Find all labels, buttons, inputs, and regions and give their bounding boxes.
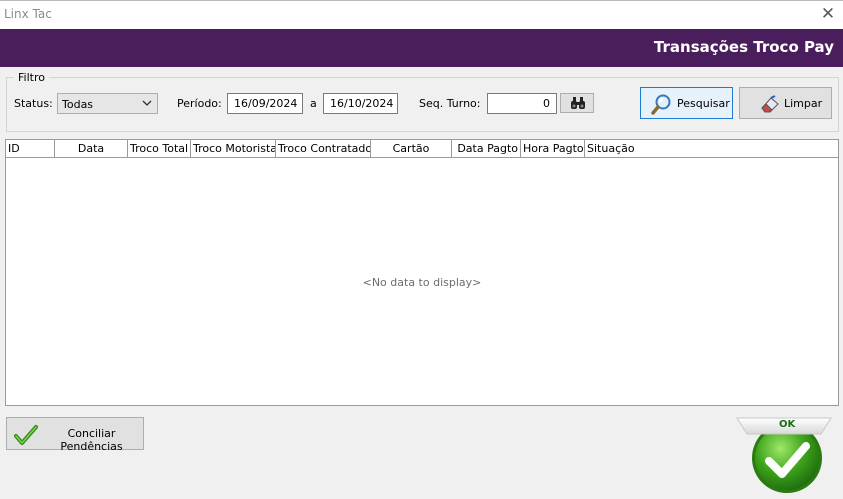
checkmark-icon bbox=[14, 424, 38, 449]
eraser-icon bbox=[759, 94, 781, 117]
clear-button[interactable]: Limpar bbox=[739, 87, 832, 119]
date-to-field[interactable]: 16/10/2024 bbox=[323, 93, 398, 114]
column-header-troco-total[interactable]: Troco Total bbox=[128, 140, 191, 158]
search-button[interactable]: Pesquisar bbox=[640, 87, 733, 119]
date-separator: a bbox=[310, 97, 317, 110]
column-header-troco-contratado[interactable]: Troco Contratado bbox=[276, 140, 371, 158]
header-banner: Transações Troco Pay bbox=[0, 29, 843, 67]
column-header-troco-motorista[interactable]: Troco Motorista bbox=[191, 140, 276, 158]
magnifier-icon bbox=[651, 93, 673, 118]
search-button-label: Pesquisar bbox=[677, 97, 730, 110]
grid-empty-text: <No data to display> bbox=[362, 276, 482, 289]
column-header-id[interactable]: ID bbox=[6, 140, 55, 158]
status-label: Status: bbox=[14, 97, 53, 110]
ok-button[interactable]: OK bbox=[735, 416, 840, 496]
filter-legend: Filtro bbox=[14, 71, 49, 84]
transactions-grid[interactable]: ID Data Troco Total Troco Motorista Troc… bbox=[5, 139, 839, 406]
status-select[interactable]: Todas bbox=[57, 93, 158, 114]
column-header-data-pagto[interactable]: Data Pagto bbox=[452, 140, 521, 158]
chevron-down-icon bbox=[141, 96, 153, 113]
seq-turno-label: Seq. Turno: bbox=[419, 97, 481, 110]
date-from-field[interactable]: 16/09/2024 bbox=[227, 93, 303, 114]
grid-header: ID Data Troco Total Troco Motorista Troc… bbox=[6, 140, 838, 158]
binoculars-icon bbox=[570, 96, 586, 113]
column-header-data[interactable]: Data bbox=[55, 140, 128, 158]
conciliar-button-label: Conciliar Pendências bbox=[60, 427, 123, 453]
page-title: Transações Troco Pay bbox=[653, 38, 834, 56]
seq-turno-field[interactable]: 0 bbox=[487, 93, 557, 114]
clear-button-label: Limpar bbox=[784, 97, 823, 110]
period-label: Período: bbox=[177, 97, 222, 110]
title-bar bbox=[0, 0, 843, 29]
column-header-cartao[interactable]: Cartão bbox=[371, 140, 452, 158]
column-header-situacao[interactable]: Situação bbox=[585, 140, 838, 158]
status-value: Todas bbox=[62, 98, 94, 111]
conciliar-pendencias-button[interactable]: Conciliar Pendências bbox=[6, 417, 144, 453]
close-icon[interactable]: ✕ bbox=[817, 4, 839, 24]
ok-label: OK bbox=[779, 419, 796, 430]
window-title: Linx Tac bbox=[4, 7, 52, 21]
seq-lookup-button[interactable] bbox=[560, 93, 594, 113]
column-header-hora-pagto[interactable]: Hora Pagto bbox=[521, 140, 585, 158]
